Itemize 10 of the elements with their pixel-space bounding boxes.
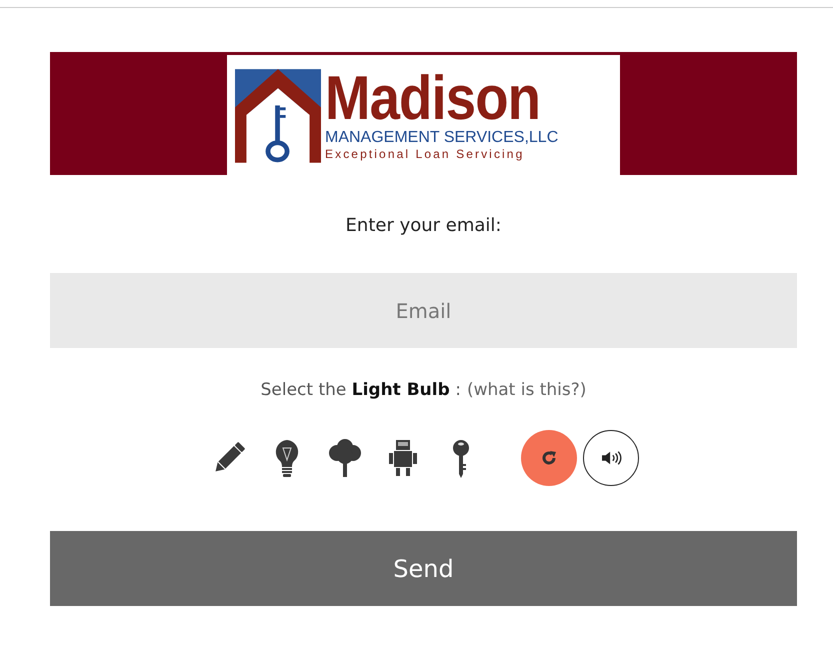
send-button[interactable]: Send xyxy=(50,531,797,606)
help-link[interactable]: (what is this?) xyxy=(466,380,586,400)
audio-button[interactable] xyxy=(582,430,638,486)
captcha-prompt: Select the Light Bulb : xyxy=(260,380,461,400)
email-field[interactable]: Email xyxy=(50,273,797,348)
logo-title: Madison xyxy=(325,69,540,129)
email-label: Enter your email: xyxy=(346,215,502,236)
speaker-icon xyxy=(600,449,622,467)
logo-tagline: Exceptional Loan Servicing xyxy=(325,147,524,161)
logo-subtitle: MANAGEMENT SERVICES,LLC xyxy=(325,129,558,147)
